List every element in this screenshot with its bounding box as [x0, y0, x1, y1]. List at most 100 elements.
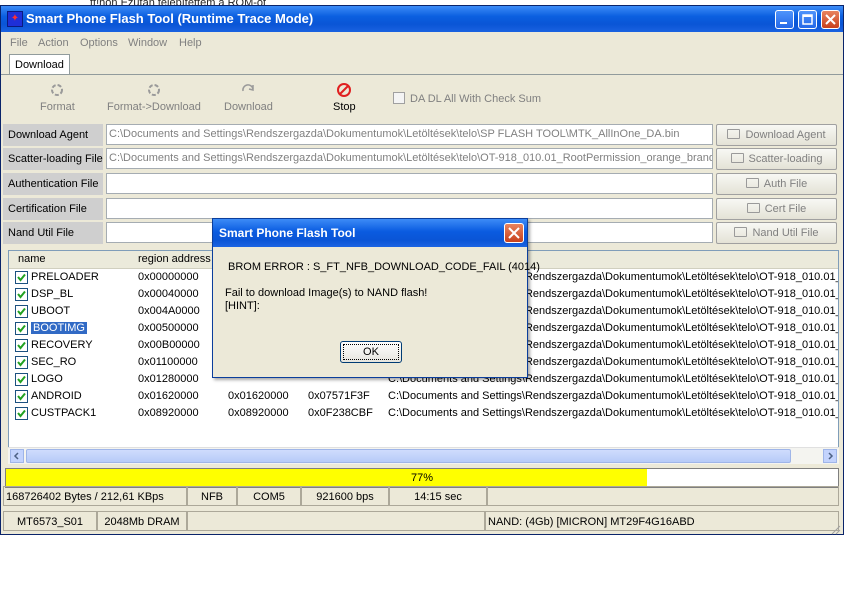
- column-name[interactable]: name: [18, 253, 46, 265]
- cell-name: PRELOADER: [31, 271, 99, 283]
- cert-file-row: Certification File Cert File: [1, 198, 843, 220]
- folder-icon: [727, 129, 741, 139]
- window-title: Smart Phone Flash Tool (Runtime Trace Mo…: [26, 11, 314, 26]
- cell-name: ANDROID: [31, 390, 82, 402]
- nand-util-button[interactable]: Nand Util File: [716, 222, 837, 244]
- horizontal-scrollbar[interactable]: [8, 447, 839, 464]
- download-agent-input[interactable]: C:\Documents and Settings\Rendszergazda\…: [106, 124, 713, 145]
- scatter-loading-button[interactable]: Scatter-loading: [716, 148, 837, 170]
- checkmark-icon: [17, 375, 26, 384]
- row-checkbox[interactable]: [15, 271, 28, 284]
- cell-name: DSP_BL: [31, 288, 74, 300]
- cell-region: 0x08920000: [138, 407, 199, 419]
- cell-name: BOOTIMG: [31, 322, 131, 334]
- scroll-thumb[interactable]: [26, 449, 791, 463]
- row-checkbox[interactable]: [15, 356, 28, 369]
- folder-icon: [745, 178, 759, 188]
- ok-button-label: OK: [343, 344, 399, 360]
- cert-file-input[interactable]: [106, 198, 713, 219]
- da-checksum-label: DA DL All With Check Sum: [410, 93, 542, 105]
- cert-file-button[interactable]: Cert File: [716, 198, 837, 220]
- nand-util-label: Nand Util File: [3, 222, 103, 244]
- nand-util-button-label: Nand Util File: [752, 227, 819, 239]
- menu-action[interactable]: Action: [38, 37, 69, 49]
- cert-file-button-label: Cert File: [764, 203, 807, 215]
- stop-button[interactable]: Stop: [333, 82, 356, 113]
- status-chip: MT6573_S01: [3, 511, 97, 531]
- title-bar[interactable]: ✦ Smart Phone Flash Tool (Runtime Trace …: [1, 6, 843, 32]
- auth-file-label: Authentication File: [3, 173, 103, 195]
- tab-download[interactable]: Download: [9, 54, 70, 75]
- column-region-address[interactable]: region address: [138, 253, 211, 265]
- row-checkbox[interactable]: [15, 305, 28, 318]
- dialog-title-bar[interactable]: Smart Phone Flash Tool: [213, 219, 527, 247]
- scroll-left-button[interactable]: [10, 449, 24, 463]
- ok-button[interactable]: OK: [340, 341, 402, 363]
- resize-grip-icon[interactable]: [829, 523, 841, 535]
- checkmark-icon: [17, 324, 26, 333]
- cell-name: UBOOT: [31, 305, 71, 317]
- maximize-icon: [802, 14, 813, 25]
- progress-bar: 77%: [5, 468, 839, 488]
- row-checkbox[interactable]: [15, 322, 28, 335]
- format-download-button[interactable]: Format->Download: [107, 82, 201, 113]
- checkmark-icon: [17, 392, 26, 401]
- menu-window[interactable]: Window: [128, 37, 167, 49]
- dialog-close-button[interactable]: [504, 223, 524, 243]
- close-icon: [508, 227, 520, 239]
- format-button[interactable]: Format: [40, 82, 75, 113]
- status-bytes: 168726402 Bytes / 212,61 KBps: [3, 486, 187, 506]
- menu-help[interactable]: Help: [179, 37, 202, 49]
- cell-region: 0x01620000: [138, 390, 199, 402]
- checkmark-icon: [17, 307, 26, 316]
- download-agent-label: Download Agent: [3, 124, 103, 146]
- row-checkbox[interactable]: [15, 390, 28, 403]
- error-dialog: Smart Phone Flash Tool BROM ERROR : S_FT…: [212, 218, 540, 378]
- checkmark-icon: [17, 358, 26, 367]
- row-checkbox[interactable]: [15, 339, 28, 352]
- cert-file-label: Certification File: [3, 198, 103, 220]
- status-port: COM5: [237, 486, 301, 506]
- format-download-label: Format->Download: [107, 101, 201, 113]
- table-row[interactable]: ANDROID 0x01620000 0x01620000 0x07571F3F C:\…: [9, 388, 838, 405]
- download-agent-button-label: Download Agent: [745, 129, 826, 141]
- format-icon: [51, 84, 64, 96]
- scatter-file-row: Scatter-loading File C:\Documents and Se…: [1, 148, 843, 170]
- row-checkbox[interactable]: [15, 373, 28, 386]
- download-agent-button[interactable]: Download Agent: [716, 124, 837, 146]
- menu-options[interactable]: Options: [80, 37, 118, 49]
- checkbox-box[interactable]: [393, 92, 405, 104]
- cell-name: RECOVERY: [31, 339, 93, 351]
- menu-file[interactable]: File: [10, 37, 28, 49]
- scatter-file-input[interactable]: C:\Documents and Settings\Rendszergazda\…: [106, 148, 713, 169]
- close-button[interactable]: [821, 10, 840, 29]
- auth-file-input[interactable]: [106, 173, 713, 194]
- chevron-right-icon: [828, 452, 834, 460]
- da-checksum-checkbox[interactable]: DA DL All With Check Sum: [393, 92, 541, 105]
- scatter-file-label: Scatter-loading File: [3, 148, 103, 170]
- tab-divider: [1, 74, 843, 75]
- table-row[interactable]: CUSTPACK1 0x08920000 0x08920000 0x0F238CBF C…: [9, 405, 838, 422]
- auth-file-button[interactable]: Auth File: [716, 173, 837, 195]
- scroll-right-button[interactable]: [823, 449, 837, 463]
- download-button[interactable]: Download: [224, 82, 273, 113]
- close-icon: [825, 14, 836, 25]
- status-dram: 2048Mb DRAM: [97, 511, 187, 531]
- status-empty-1: [487, 486, 839, 506]
- dialog-title: Smart Phone Flash Tool: [219, 226, 356, 240]
- stop-label: Stop: [333, 101, 356, 113]
- cell-name: CUSTPACK1: [31, 407, 97, 419]
- cell-begin: 0x01620000: [228, 390, 289, 402]
- row-checkbox[interactable]: [15, 288, 28, 301]
- minimize-button[interactable]: [775, 10, 794, 29]
- folder-icon: [734, 227, 748, 237]
- row-checkbox[interactable]: [15, 407, 28, 420]
- download-label: Download: [224, 101, 273, 113]
- folder-icon: [730, 153, 744, 163]
- chevron-left-icon: [13, 452, 19, 460]
- status-baud: 921600 bps: [301, 486, 389, 506]
- dialog-message: Fail to download Image(s) to NAND flash!: [225, 287, 428, 299]
- menu-bar: File Action Options Window Help: [1, 33, 843, 53]
- status-type: NFB: [187, 486, 237, 506]
- maximize-button[interactable]: [798, 10, 817, 29]
